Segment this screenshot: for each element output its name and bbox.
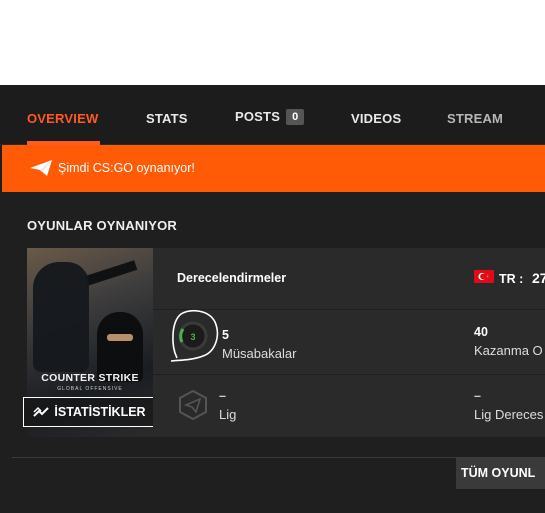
country-rank-label: TR : xyxy=(499,272,524,286)
cover-subtitle: GLOBAL OFFENSIVE xyxy=(57,386,123,392)
league-rank-label: Lig Dereces xyxy=(474,407,544,422)
tab-posts[interactable]: POSTS 0 xyxy=(235,109,305,125)
cover-logo: COUNTER STRIKE xyxy=(41,372,139,384)
trend-icon xyxy=(33,406,50,417)
posts-count-badge: 0 xyxy=(286,109,305,125)
now-playing-text: Şimdi CS:GO oynanıyor! xyxy=(58,161,195,175)
tab-stats[interactable]: STATS xyxy=(146,111,188,126)
hand-drawn-circle xyxy=(170,309,219,362)
tab-bar: OVERVIEW STATS POSTS 0 VIDEOS STREAM xyxy=(0,85,545,145)
matches-value: 5 xyxy=(222,328,229,342)
wins-label: Kazanma O xyxy=(474,343,543,358)
tab-videos[interactable]: VIDEOS xyxy=(351,111,401,126)
country-rank-value: 27 xyxy=(532,270,545,286)
wins-value: 40 xyxy=(474,325,488,339)
cover-art-gun xyxy=(84,260,138,286)
statistics-button[interactable]: İSTATİSTİKLER xyxy=(23,397,156,427)
paper-plane-icon xyxy=(30,160,52,176)
league-icon xyxy=(179,389,207,421)
matches-label: Müsabakalar xyxy=(222,346,297,361)
cover-art-soldier xyxy=(33,262,89,372)
tab-stream[interactable]: STREAM xyxy=(447,111,503,126)
turkey-flag-icon xyxy=(474,270,494,283)
league-rank-value: – xyxy=(474,389,481,403)
now-playing-banner: Şimdi CS:GO oynanıyor! xyxy=(2,145,545,192)
tab-overview[interactable]: OVERVIEW xyxy=(27,111,98,126)
all-games-button[interactable]: TÜM OYUNL xyxy=(456,458,545,489)
profile-panel: OVERVIEW STATS POSTS 0 VIDEOS STREAM Şimd… xyxy=(0,85,545,513)
statistics-button-label: İSTATİSTİKLER xyxy=(54,405,146,419)
row-divider xyxy=(153,374,545,375)
league-label: Lig xyxy=(219,407,237,422)
league-value: – xyxy=(219,389,226,403)
section-title: OYUNLAR OYNANIYOR xyxy=(27,218,178,233)
tab-posts-label: POSTS xyxy=(235,109,281,124)
ratings-title: Derecelendirmeler xyxy=(177,271,287,285)
